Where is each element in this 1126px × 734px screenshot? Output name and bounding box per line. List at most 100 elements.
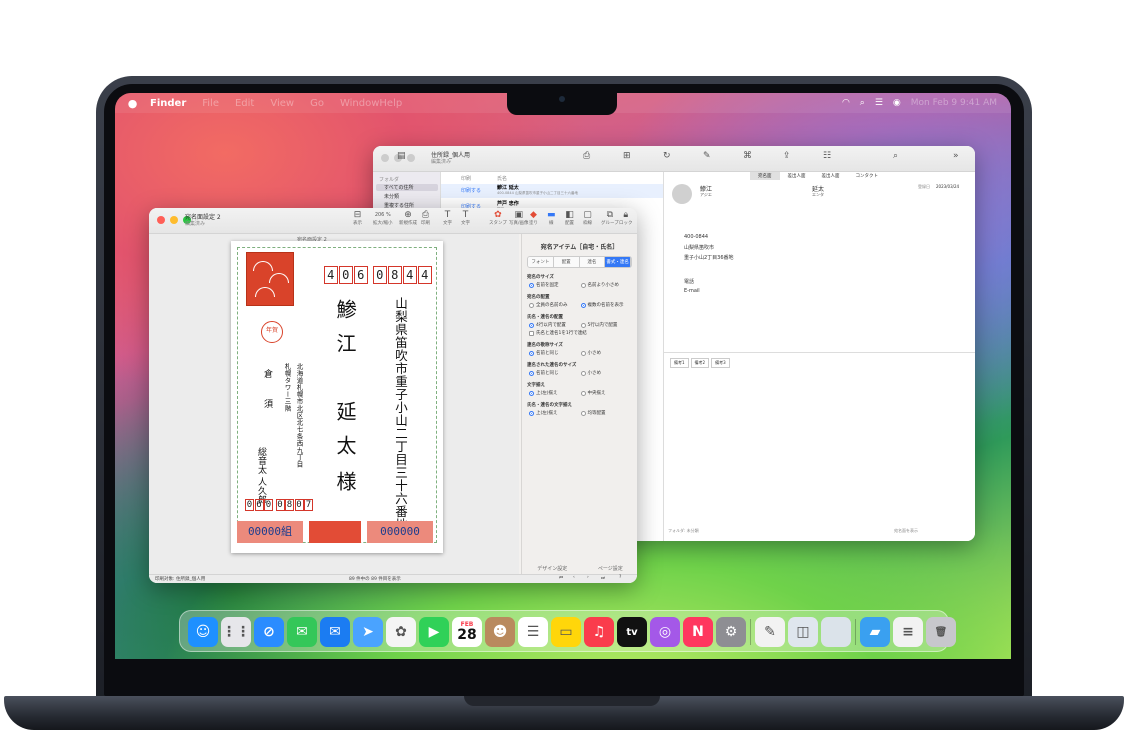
radio-button-icon[interactable] bbox=[529, 322, 534, 328]
toolbar-share-icon[interactable]: ⇪ bbox=[783, 151, 791, 161]
group-tool[interactable]: ⧉ グループ bbox=[601, 210, 619, 226]
dock-messages-icon[interactable]: ✉ bbox=[287, 617, 317, 647]
dock-generic-icon[interactable] bbox=[821, 617, 851, 647]
zoom-tool[interactable]: 206 % 拡大/縮小 bbox=[373, 210, 393, 226]
sidebar-item-unsorted[interactable]: 未分類 bbox=[384, 193, 399, 200]
dock-facetime-icon[interactable]: ▶ bbox=[419, 617, 449, 647]
dock-mail-icon[interactable]: ✉ bbox=[320, 617, 350, 647]
menu-edit[interactable]: Edit bbox=[235, 98, 254, 109]
menu-app-name[interactable]: Finder bbox=[150, 98, 186, 109]
new-item-tool[interactable]: ⊕ 新規作成 bbox=[399, 210, 417, 226]
help-icon[interactable]: ? bbox=[619, 575, 621, 580]
sender-name-1[interactable]: 倉 bbox=[261, 369, 274, 378]
menu-help[interactable]: Help bbox=[379, 98, 402, 109]
toolbar-refresh-icon[interactable]: ↻ bbox=[663, 151, 671, 161]
next-record-icon[interactable]: › bbox=[587, 575, 589, 580]
close-button[interactable] bbox=[381, 154, 389, 162]
close-button[interactable] bbox=[157, 216, 165, 224]
lock-tool[interactable]: 🔒︎ ロック bbox=[619, 210, 633, 226]
dock-notes-icon[interactable]: ▭ bbox=[551, 617, 581, 647]
sender-zip[interactable]: 060 0807 bbox=[245, 499, 314, 511]
toolbar-label-icon[interactable]: ⌘ bbox=[743, 151, 752, 161]
radio-button-icon[interactable] bbox=[529, 350, 534, 356]
inspector-radio-option[interactable]: 均等配置 bbox=[580, 410, 633, 416]
prev-record-icon[interactable]: ‹ bbox=[573, 575, 575, 580]
inspector-radio-option[interactable]: 全員の名前のみ bbox=[529, 302, 581, 308]
menu-window[interactable]: Window bbox=[340, 98, 379, 109]
toolbar-layout-icon[interactable]: ⊞ bbox=[623, 151, 631, 161]
tab-contact[interactable]: コンタクト bbox=[848, 172, 887, 180]
dock-launchpad-icon[interactable]: ⋮⋮ bbox=[221, 617, 251, 647]
toolbar-edit-icon[interactable]: ✎ bbox=[703, 151, 711, 161]
text-tool[interactable]: T 文字 bbox=[443, 210, 452, 226]
radio-button-icon[interactable] bbox=[580, 370, 586, 376]
inspector-radio-option[interactable]: 名前と同じ bbox=[529, 370, 581, 376]
toolbar-options-icon[interactable]: ☷ bbox=[823, 151, 831, 161]
dock-system-settings-icon[interactable]: ⚙ bbox=[716, 617, 746, 647]
tab-address-side[interactable]: 宛名面 bbox=[750, 172, 780, 180]
dock-photos-icon[interactable]: ✿ bbox=[386, 617, 416, 647]
radio-button-icon[interactable] bbox=[580, 302, 586, 308]
postage-stamp[interactable] bbox=[246, 252, 294, 306]
dock-tv-icon[interactable]: tv bbox=[617, 617, 647, 647]
line-tool[interactable]: ▬ 線 bbox=[547, 210, 556, 226]
postal-code[interactable]: 400-0844 bbox=[684, 234, 708, 240]
sender-name-2[interactable]: 須 bbox=[261, 399, 274, 408]
zoom-button[interactable] bbox=[407, 154, 415, 162]
radio-button-icon[interactable] bbox=[529, 302, 534, 308]
dock-textedit-icon[interactable]: ✎ bbox=[755, 617, 785, 647]
dock-podcasts-icon[interactable]: ◎ bbox=[650, 617, 680, 647]
tab-sender-side-2[interactable]: 差出人面 bbox=[814, 172, 848, 180]
print-target[interactable]: 印刷対象: 住所録_個人用 bbox=[155, 576, 205, 582]
address-line-2[interactable]: 重子小山2丁目36番地 bbox=[684, 254, 734, 261]
inspector-radio-option[interactable]: 名前を固定 bbox=[529, 282, 581, 288]
recipient-family-name[interactable]: 鯵江 bbox=[333, 299, 357, 367]
wifi-icon[interactable]: ◠ bbox=[842, 98, 850, 108]
inspector-tab-font[interactable]: フォント bbox=[528, 257, 554, 267]
list-header-print[interactable]: 印刷 bbox=[461, 175, 471, 182]
inspector-checkbox-row[interactable]: 氏名と連名1を1行で連結 bbox=[529, 330, 632, 336]
radio-button-icon[interactable] bbox=[580, 282, 586, 288]
recipient-address[interactable]: 山梨県笛吹市重子小山二丁目三十六番地 bbox=[393, 297, 408, 531]
radio-button-icon[interactable] bbox=[580, 390, 586, 396]
menu-file[interactable]: File bbox=[202, 98, 219, 109]
checkbox-icon[interactable] bbox=[529, 330, 534, 336]
list-header-name[interactable]: 氏名 bbox=[497, 175, 507, 182]
menu-view[interactable]: View bbox=[270, 98, 294, 109]
sidebar-item-all[interactable]: すべての住所 bbox=[376, 184, 438, 191]
inspector-radio-option[interactable]: 上(左)揃え bbox=[529, 390, 581, 396]
radio-button-icon[interactable] bbox=[529, 282, 534, 288]
apple-menu-icon[interactable]: ● bbox=[127, 97, 138, 110]
stamp-tool[interactable]: ✿ スタンプ bbox=[489, 210, 507, 226]
honorific[interactable]: 様 bbox=[333, 471, 357, 491]
dock-folder-icon[interactable]: ▰ bbox=[860, 617, 890, 647]
border-tool[interactable]: ▢ 枠線 bbox=[583, 210, 592, 226]
postcard[interactable]: 年賀 406 0844 山梨県笛吹市重子小山二丁目三十六番地 鯵江 延太 様 北… bbox=[231, 241, 443, 553]
dock-news-icon[interactable]: N bbox=[683, 617, 713, 647]
inspector-tab-joint[interactable]: 連名 bbox=[579, 257, 606, 267]
menu-clock[interactable]: Mon Feb 9 9:41 AM bbox=[911, 98, 997, 108]
fill-tool[interactable]: ◆ 塗り bbox=[529, 210, 538, 226]
toolbar-search-icon[interactable]: ⌕ bbox=[893, 151, 898, 161]
radio-button-icon[interactable] bbox=[529, 410, 534, 416]
design-settings-button[interactable]: デザイン設定 bbox=[537, 565, 567, 572]
first-record-icon[interactable]: ⏮ bbox=[559, 575, 563, 581]
toolbar-print-icon[interactable]: ⎙ bbox=[583, 151, 590, 161]
tab-memo-3[interactable]: 備考3 bbox=[711, 358, 730, 368]
sidebar-toggle-icon[interactable]: ▤ bbox=[397, 151, 406, 161]
radio-button-icon[interactable] bbox=[580, 410, 586, 416]
radio-button-icon[interactable] bbox=[529, 370, 534, 376]
dock-preview-icon[interactable]: ◫ bbox=[788, 617, 818, 647]
inspector-radio-option[interactable]: 5行以内で配置 bbox=[580, 322, 633, 328]
inspector-radio-option[interactable]: 名前と同じ bbox=[529, 350, 581, 356]
dock-safari-icon[interactable]: ⊘ bbox=[254, 617, 284, 647]
table-row[interactable]: 印刷する 鯵江 延太 400-0844 山梨県笛吹市重子小山二丁目三十六番地 bbox=[441, 184, 663, 198]
dock-calendar-icon[interactable]: FEB 28 bbox=[452, 617, 482, 647]
arrange-tool[interactable]: ◧ 配置 bbox=[565, 210, 574, 226]
inspector-radio-option[interactable]: 小さめ bbox=[580, 370, 633, 376]
inspector-radio-option[interactable]: 上(左)揃え bbox=[529, 410, 581, 416]
print-tool[interactable]: ⎙ 印刷 bbox=[421, 210, 430, 226]
radio-button-icon[interactable] bbox=[580, 322, 586, 328]
menu-go[interactable]: Go bbox=[310, 98, 324, 109]
inspector-radio-option[interactable]: 中央揃え bbox=[580, 390, 633, 396]
